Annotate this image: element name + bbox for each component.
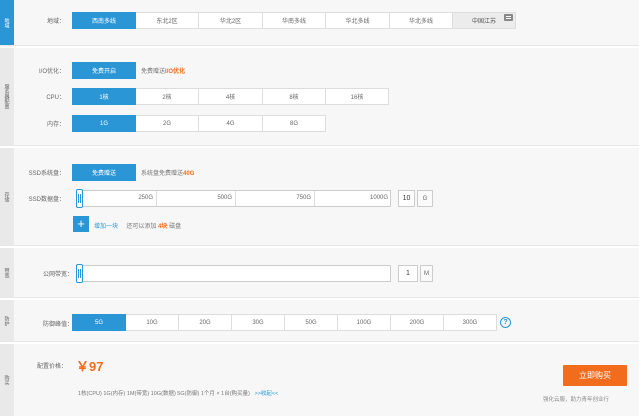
system-disk-free-button[interactable]: 免费赠送 [72, 164, 136, 181]
defense-option-300g[interactable]: 300G [444, 314, 497, 331]
io-enable-button[interactable]: 免费开启 [72, 62, 136, 79]
data-disk-tick: 500G [156, 191, 235, 206]
buy-now-button[interactable]: 立即购买 [563, 365, 627, 386]
defense-options: 5G 10G 20G 30G 50G 100G 200G 300G [72, 314, 497, 331]
add-disk-note-prefix: 还可以添加 [126, 224, 157, 230]
bandwidth-input[interactable]: 1 [398, 265, 418, 282]
bandwidth-slider[interactable] [76, 264, 391, 283]
data-disk-tick: 750G [235, 191, 314, 206]
data-disk-label: SSD数据盘： [28, 197, 65, 203]
defense-option-10g[interactable]: 10G [126, 314, 179, 331]
region-label: 地域： [46, 19, 65, 25]
memory-label: 内存： [46, 122, 65, 128]
defense-option-20g[interactable]: 20G [179, 314, 232, 331]
memory-option-8g[interactable]: 8G [263, 115, 326, 132]
add-disk-row: 增加一块 还可以添加 4块 磁盘 [94, 221, 181, 230]
region-section: 地域 地域： 西南多线 东北2区 华北2区 华南多线 华北多线 华北多线 中国江… [0, 0, 639, 46]
region-option-xinan[interactable]: 西南多线 [72, 12, 136, 29]
cpu-option-16[interactable]: 16核 [326, 88, 389, 105]
add-disk-link[interactable]: 增加一块 [94, 224, 118, 230]
config-summary-row: 1核(CPU) 1G(内存) 1M(带宽) 10G(数据) 5G(防御) 1个月… [78, 389, 278, 397]
memory-option-2g[interactable]: 2G [136, 115, 199, 132]
help-icon[interactable]: ? [500, 317, 511, 328]
footer-text: 强化云服，助力青年创业行 [543, 397, 610, 403]
bandwidth-label: 公网带宽： [42, 272, 73, 278]
memory-options: 1G 2G 4G 8G [72, 115, 326, 132]
price-value: ￥97 [76, 359, 104, 374]
region-option-huabei-multi[interactable]: 华北多线 [326, 12, 390, 29]
system-disk-hint: 系统盘免费赠送40G [141, 171, 195, 177]
defense-option-100g[interactable]: 100G [338, 314, 391, 331]
storage-section: 存储 SSD系统盘： 免费赠送 系统盘免费赠送40G SSD数据盘： 250G … [0, 148, 639, 246]
cpu-option-1[interactable]: 1核 [72, 88, 136, 105]
cpu-label: CPU： [46, 95, 65, 101]
collapse-link[interactable]: >>收起<< [254, 391, 278, 397]
price-label: 配置价格： [36, 364, 67, 370]
region-option-jiangsu[interactable]: 中国江苏 [453, 12, 516, 29]
data-disk-tick: 1000G [314, 191, 391, 206]
purchase-section: 购买 配置价格： ￥97 1核(CPU) 1G(内存) 1M(带宽) 10G(数… [0, 344, 639, 416]
memory-option-1g[interactable]: 1G [72, 115, 136, 132]
defense-option-200g[interactable]: 200G [391, 314, 444, 331]
defense-section: 防护 防御峰值： 5G 10G 20G 30G 50G 100G 200G 30… [0, 300, 639, 342]
bandwidth-section: 带宽 公网带宽： 1 M [0, 248, 639, 298]
region-option-huanan[interactable]: 华南多线 [263, 12, 326, 29]
bandwidth-slider-handle[interactable] [76, 264, 83, 283]
data-disk-slider-handle[interactable] [76, 189, 83, 208]
defense-option-30g[interactable]: 30G [232, 314, 285, 331]
defense-option-50g[interactable]: 50G [285, 314, 338, 331]
data-disk-unit: G [417, 190, 433, 207]
purchase-tag: 购买 [0, 344, 14, 416]
system-disk-options: 免费赠送 [72, 164, 136, 181]
region-option-huabei2[interactable]: 华北2区 [199, 12, 263, 29]
add-disk-icon[interactable]: + [73, 216, 89, 232]
io-label: I/O优化： [38, 69, 65, 75]
region-option-dongbei2[interactable]: 东北2区 [136, 12, 199, 29]
cpu-option-2[interactable]: 2核 [136, 88, 199, 105]
message-icon [504, 14, 513, 21]
data-disk-size-input[interactable]: 10 [398, 190, 415, 207]
cpu-option-8[interactable]: 8核 [263, 88, 326, 105]
region-options: 西南多线 东北2区 华北2区 华南多线 华北多线 华北多线 中国江苏 [72, 12, 516, 29]
data-disk-slider[interactable]: 250G 500G 750G 1000G [76, 189, 391, 208]
io-options: 免费开启 [72, 62, 136, 79]
region-option-jiangsu-label: 中国江苏 [471, 19, 496, 25]
config-summary: 1核(CPU) 1G(内存) 1M(带宽) 10G(数据) 5G(防御) 1个月… [78, 391, 250, 397]
region-option-huabei-multi-2[interactable]: 华北多线 [390, 12, 453, 29]
memory-option-4g[interactable]: 4G [199, 115, 263, 132]
add-disk-count: 4块 [158, 224, 168, 230]
io-hint: 免费赠送I/O优化 [141, 69, 186, 75]
data-disk-tick: 250G [77, 191, 156, 206]
config-section: 服务器配置 I/O优化： 免费开启 免费赠送I/O优化 CPU： 1核 2核 4… [0, 48, 639, 146]
bandwidth-unit: M [420, 265, 433, 282]
defense-option-5g[interactable]: 5G [72, 314, 126, 331]
cpu-option-4[interactable]: 4核 [199, 88, 263, 105]
cpu-options: 1核 2核 4核 8核 16核 [72, 88, 389, 105]
add-disk-note-suffix: 磁盘 [169, 224, 182, 230]
defense-label: 防御峰值： [42, 322, 73, 328]
system-disk-label: SSD系统盘： [28, 171, 65, 177]
